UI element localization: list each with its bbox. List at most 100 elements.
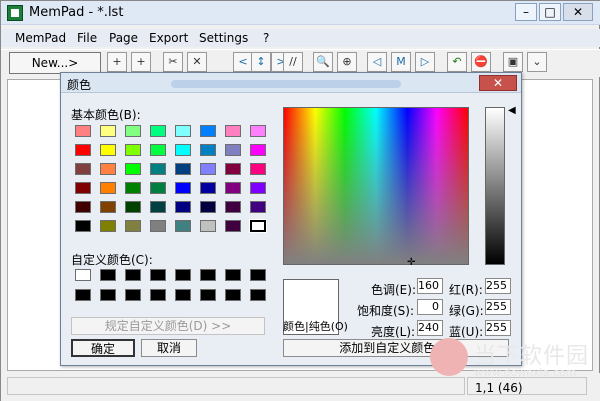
custom-color-swatch[interactable] [175, 269, 191, 281]
luminance-field[interactable]: 240 [417, 320, 443, 336]
basic-color-swatch[interactable] [125, 125, 141, 137]
basic-color-swatch[interactable] [175, 144, 191, 156]
basic-color-swatch[interactable] [225, 182, 241, 194]
basic-color-swatch[interactable] [75, 125, 91, 137]
prev-mark-icon[interactable]: ◁ [367, 52, 387, 72]
minimize-button[interactable]: – [515, 3, 537, 21]
next-mark-icon[interactable]: ▷ [415, 52, 435, 72]
menu-help[interactable]: ? [263, 31, 269, 45]
search-next-icon[interactable]: ⊕ [337, 52, 357, 72]
add-to-custom-colors-button[interactable]: 添加到自定义颜色(A) [283, 339, 509, 357]
basic-color-swatch[interactable] [225, 220, 241, 232]
menu-export[interactable]: Export [149, 31, 188, 45]
custom-color-swatch[interactable] [125, 269, 141, 281]
menu-mempad[interactable]: MemPad [15, 31, 66, 45]
basic-color-swatch[interactable] [125, 182, 141, 194]
basic-color-swatch[interactable] [250, 144, 266, 156]
basic-color-swatch[interactable] [100, 220, 116, 232]
custom-color-swatch[interactable] [100, 269, 116, 281]
custom-color-swatch[interactable] [225, 269, 241, 281]
basic-color-swatch[interactable] [150, 125, 166, 137]
dialog-close-button[interactable]: ✕ [479, 75, 517, 91]
menu-file[interactable]: File [77, 31, 97, 45]
basic-color-swatch[interactable] [150, 201, 166, 213]
basic-color-swatch[interactable] [175, 125, 191, 137]
menu-settings[interactable]: Settings [199, 31, 248, 45]
maximize-button[interactable]: □ [539, 3, 561, 21]
basic-color-swatch[interactable] [175, 201, 191, 213]
custom-color-swatch[interactable] [150, 289, 166, 301]
menu-page[interactable]: Page [109, 31, 138, 45]
basic-color-swatch[interactable] [150, 220, 166, 232]
custom-color-swatch[interactable] [75, 289, 91, 301]
custom-color-swatch[interactable] [100, 289, 116, 301]
custom-color-swatch[interactable] [250, 289, 266, 301]
basic-color-swatch[interactable] [100, 125, 116, 137]
luminance-arrow-icon[interactable]: ◀ [508, 105, 516, 116]
custom-color-swatch[interactable] [200, 289, 216, 301]
custom-color-swatch[interactable] [175, 289, 191, 301]
custom-color-swatch[interactable] [150, 269, 166, 281]
hue-field[interactable]: 160 [417, 278, 443, 294]
new-button[interactable]: New...> [9, 52, 101, 74]
basic-color-swatch[interactable] [100, 163, 116, 175]
basic-color-swatch[interactable] [100, 201, 116, 213]
blue-field[interactable]: 255 [485, 320, 511, 336]
cut-page-icon[interactable]: ✂ [163, 52, 183, 72]
basic-color-swatch[interactable] [175, 182, 191, 194]
basic-color-swatch[interactable] [200, 220, 216, 232]
basic-color-swatch[interactable] [125, 220, 141, 232]
move-left-icon[interactable]: < [233, 52, 253, 72]
delete-page-icon[interactable]: ✕ [187, 52, 207, 72]
basic-color-swatch[interactable] [75, 163, 91, 175]
red-field[interactable]: 255 [485, 278, 511, 294]
green-field[interactable]: 255 [485, 299, 511, 315]
custom-color-swatch[interactable] [250, 269, 266, 281]
expand-icon[interactable]: ⌄ [527, 52, 547, 72]
custom-color-swatch[interactable] [125, 289, 141, 301]
basic-color-swatch[interactable] [249, 219, 267, 233]
basic-color-swatch[interactable] [75, 182, 91, 194]
search-icon[interactable]: 🔍 [313, 52, 333, 72]
basic-color-swatch[interactable] [250, 182, 266, 194]
basic-color-swatch[interactable] [175, 220, 191, 232]
mark-icon[interactable]: M [391, 52, 411, 72]
basic-color-swatch[interactable] [75, 144, 91, 156]
basic-color-swatch[interactable] [225, 125, 241, 137]
basic-color-swatch[interactable] [200, 201, 216, 213]
window-icon[interactable]: ▣ [503, 52, 523, 72]
custom-color-swatch[interactable] [75, 269, 91, 281]
basic-color-swatch[interactable] [225, 163, 241, 175]
saturation-field[interactable]: 0 [417, 299, 443, 315]
close-button[interactable]: ✕ [563, 3, 593, 21]
color-spectrum[interactable] [283, 107, 469, 265]
basic-color-swatch[interactable] [200, 182, 216, 194]
move-up-down-icon[interactable]: ↕ [251, 52, 271, 72]
custom-color-swatch[interactable] [200, 269, 216, 281]
luminance-slider[interactable] [485, 107, 505, 265]
basic-color-swatch[interactable] [200, 125, 216, 137]
basic-color-swatch[interactable] [225, 144, 241, 156]
basic-color-swatch[interactable] [125, 201, 141, 213]
define-custom-colors-button[interactable]: 规定自定义颜色(D) >> [71, 317, 265, 335]
basic-color-swatch[interactable] [250, 201, 266, 213]
basic-color-swatch[interactable] [75, 201, 91, 213]
basic-color-swatch[interactable] [250, 163, 266, 175]
add-subpage-icon[interactable]: + [131, 52, 151, 72]
undo-icon[interactable]: ↶ [447, 52, 467, 72]
basic-color-swatch[interactable] [250, 125, 266, 137]
custom-color-swatch[interactable] [225, 289, 241, 301]
basic-color-swatch[interactable] [100, 144, 116, 156]
basic-color-swatch[interactable] [225, 201, 241, 213]
basic-color-swatch[interactable] [150, 163, 166, 175]
basic-color-swatch[interactable] [125, 144, 141, 156]
basic-color-swatch[interactable] [150, 144, 166, 156]
basic-color-swatch[interactable] [75, 220, 91, 232]
stop-icon[interactable]: ⛔ [471, 52, 491, 72]
ok-button[interactable]: 确定 [71, 339, 135, 357]
comment-icon[interactable]: // [283, 52, 303, 72]
basic-color-swatch[interactable] [100, 182, 116, 194]
basic-color-swatch[interactable] [125, 163, 141, 175]
basic-color-swatch[interactable] [175, 163, 191, 175]
basic-color-swatch[interactable] [150, 182, 166, 194]
